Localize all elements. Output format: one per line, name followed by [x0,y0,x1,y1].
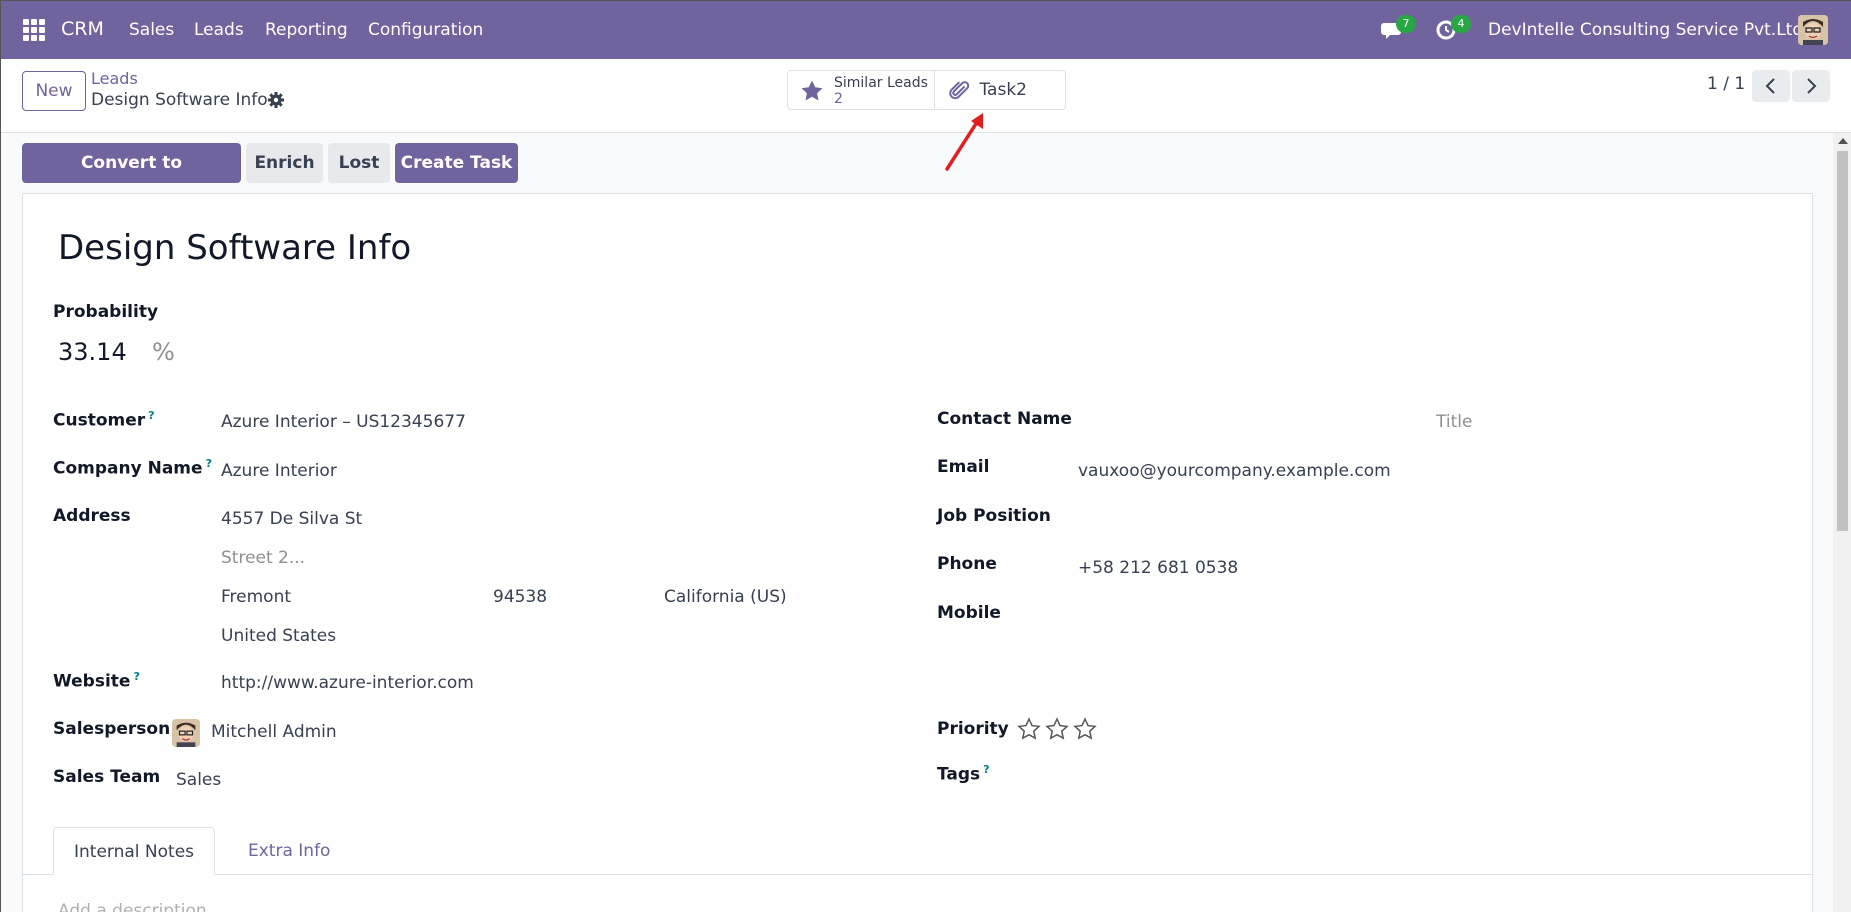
menu-leads[interactable]: Leads [194,20,244,40]
paperclip-icon [949,81,970,100]
page-scrollbar[interactable] [1833,133,1851,912]
street2-field[interactable]: Street 2... [221,548,305,568]
job-position-label: Job Position [937,506,1051,526]
customer-label: Customer? [53,409,155,431]
pager-next-button[interactable] [1792,70,1830,102]
notebook-tabs: Internal Notes Extra Info [22,827,1813,875]
app-brand[interactable]: CRM [61,18,104,40]
similar-leads-count: 2 [834,91,843,107]
chevron-right-icon [1807,78,1817,94]
email-label: Email [937,457,990,477]
salesperson-avatar-icon [172,719,200,747]
priority-label: Priority [937,719,1009,739]
zip-field[interactable]: 94538 [493,587,547,607]
phone-field[interactable]: +58 212 681 0538 [1078,558,1238,578]
lost-button[interactable]: Lost [328,143,390,183]
salesperson-field[interactable]: Mitchell Admin [211,722,337,742]
company-switcher[interactable]: DevIntelle Consulting Service Pvt.Ltd [1488,20,1803,40]
star-icon [801,80,823,101]
user-avatar-icon [1798,15,1828,45]
new-button[interactable]: New [22,71,86,111]
title-field[interactable]: Title [1436,412,1472,432]
pager-value[interactable]: 1 / 1 [1707,74,1745,94]
scroll-up-arrow-icon[interactable] [1838,138,1848,144]
probability-label: Probability [53,302,159,322]
description-field[interactable]: Add a description... [58,901,223,912]
task-button[interactable]: Task2 [935,71,1065,109]
address-label: Address [53,506,131,526]
activities-badge: 4 [1451,15,1471,33]
priority-star-icon[interactable] [1073,717,1097,741]
help-icon[interactable]: ? [133,670,139,683]
contact-name-label: Contact Name [937,409,1072,429]
menu-reporting[interactable]: Reporting [265,20,348,40]
scroll-thumb[interactable] [1837,151,1848,531]
menu-sales[interactable]: Sales [129,20,174,40]
help-icon[interactable]: ? [206,457,212,470]
sales-team-field[interactable]: Sales [176,770,221,790]
tab-internal-notes[interactable]: Internal Notes [53,827,216,875]
create-task-button[interactable]: Create Task [395,143,518,183]
company-name-label: Company Name? [53,457,212,479]
help-icon[interactable]: ? [148,409,154,422]
task-label: Task2 [979,80,1027,100]
enrich-button[interactable]: Enrich [246,143,323,183]
state-field[interactable]: California (US) [664,587,787,607]
email-field[interactable]: vauxoo@yourcompany.example.com [1078,461,1391,481]
breadcrumb-leads[interactable]: Leads [91,69,138,88]
salesperson-avatar [172,719,200,747]
control-panel: New Leads Design Software Info Similar L… [1,59,1851,133]
website-field[interactable]: http://www.azure-interior.com [221,673,474,693]
chevron-left-icon [1765,78,1775,94]
website-label: Website? [53,670,140,692]
menu-configuration[interactable]: Configuration [368,20,483,40]
similar-leads-button[interactable]: Similar Leads 2 [788,71,936,109]
annotation-arrow-icon [945,113,983,171]
customer-field[interactable]: Azure Interior – US12345677 [221,412,466,432]
pager-previous-button[interactable] [1752,70,1790,102]
lead-title[interactable]: Design Software Info [58,228,411,268]
messages-badge: 7 [1396,15,1416,33]
country-field[interactable]: United States [221,626,336,646]
probability-input[interactable]: 33.14 [58,338,127,366]
top-navbar: CRM Sales Leads Reporting Configuration … [1,1,1851,59]
tab-extra-info[interactable]: Extra Info [228,827,350,875]
probability-unit: % [152,338,175,366]
help-icon[interactable]: ? [983,763,989,776]
apps-menu-icon[interactable] [23,19,45,41]
company-name-field[interactable]: Azure Interior [221,461,337,481]
tags-label: Tags? [937,763,990,785]
gear-icon[interactable] [267,91,285,109]
smart-buttons: Similar Leads 2 Task2 [787,70,1066,110]
city-field[interactable]: Fremont [221,587,291,607]
similar-leads-label: Similar Leads [834,75,928,91]
breadcrumb-current: Design Software Info [91,90,268,110]
mobile-label: Mobile [937,603,1001,623]
street-field[interactable]: 4557 De Silva St [221,509,362,529]
sales-team-label: Sales Team [53,767,161,787]
convert-to-opportunity-button[interactable]: Convert to Opportunity [22,143,241,213]
priority-star-icon[interactable] [1017,717,1041,741]
priority-star-icon[interactable] [1045,717,1069,741]
salesperson-label: Salesperson [53,719,171,739]
phone-label: Phone [937,554,997,574]
user-avatar[interactable] [1798,15,1828,45]
